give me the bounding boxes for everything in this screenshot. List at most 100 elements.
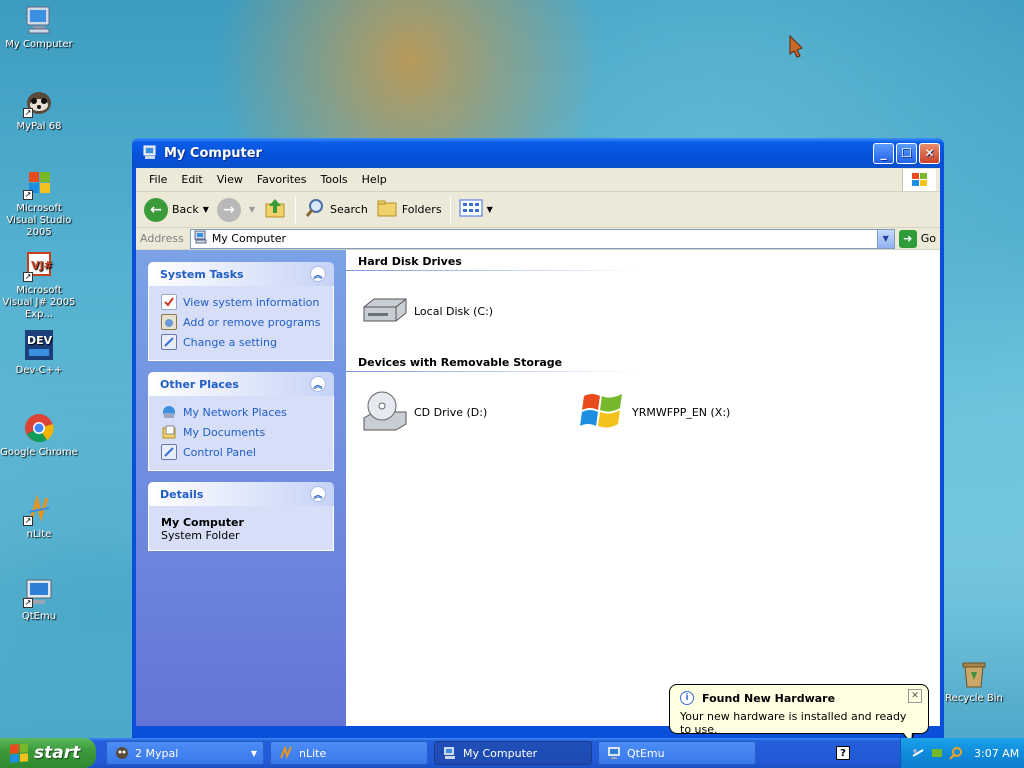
folders-icon: [376, 197, 398, 222]
views-dropdown-icon: ▼: [486, 205, 493, 214]
close-button[interactable]: ✕: [919, 142, 940, 164]
folders-button[interactable]: Folders: [372, 195, 446, 225]
drive-yrmwfpp-x[interactable]: YRMWFPP_EN (X:): [578, 388, 796, 436]
visual-j-sharp-icon: VJ# ↗: [23, 250, 55, 282]
desktop-icon-chrome[interactable]: Google Chrome: [0, 412, 78, 459]
forward-dropdown-icon[interactable]: ▼: [249, 205, 255, 214]
back-dropdown-icon[interactable]: ▼: [203, 205, 209, 214]
group-header-removable-storage: Devices with Removable Storage: [346, 351, 640, 372]
desktop-icon-label: Dev-C++: [15, 365, 63, 376]
taskbar-button-qtemu[interactable]: QtEmu: [598, 741, 756, 765]
desktop-icon-label: Microsoft Visual Studio 2005: [6, 203, 72, 238]
desktop-icon-visual-studio[interactable]: ↗ Microsoft Visual Studio 2005: [0, 168, 78, 239]
address-dropdown-button[interactable]: ▼: [876, 229, 894, 248]
taskbar-button-nlite[interactable]: nLite: [270, 741, 428, 765]
menu-favorites[interactable]: Favorites: [250, 173, 314, 186]
go-arrow-icon: ➜: [898, 229, 917, 248]
desktop-icon-mypal[interactable]: ↗ MyPal 68: [0, 86, 78, 133]
network-places-icon: [161, 404, 177, 420]
desktop-icon-dev-cpp[interactable]: DEV Dev-C++: [0, 330, 78, 377]
other-places-body: My Network Places My Documents Control P…: [148, 396, 334, 471]
nlite-icon: [279, 744, 293, 760]
forward-arrow-icon: →: [216, 197, 241, 222]
place-my-network-places[interactable]: My Network Places: [161, 402, 323, 422]
control-panel-icon: [161, 334, 177, 350]
my-computer-icon: [142, 145, 158, 161]
search-tray-icon[interactable]: [949, 746, 963, 760]
details-type: System Folder: [161, 529, 240, 542]
system-info-icon: [161, 294, 177, 310]
forward-button[interactable]: → ▼: [213, 195, 259, 225]
my-documents-icon: [161, 424, 177, 440]
nlite-icon: ↗: [23, 494, 55, 526]
balloon-close-button[interactable]: ✕: [908, 689, 922, 703]
balloon-title: Found New Hardware: [702, 691, 836, 705]
drive-label: Local Disk (C:): [414, 304, 494, 318]
other-places-header[interactable]: Other Places ︽: [148, 372, 334, 396]
drive-cd-d[interactable]: CD Drive (D:): [360, 388, 578, 436]
desktop-icon-label: MyPal 68: [16, 121, 62, 132]
back-button[interactable]: ← Back ▼: [140, 195, 213, 225]
go-button[interactable]: ➜ Go: [898, 229, 936, 248]
menu-help[interactable]: Help: [355, 173, 394, 186]
views-button[interactable]: ▼: [455, 195, 497, 225]
control-panel-icon: [161, 444, 177, 460]
minimize-button[interactable]: _: [873, 142, 894, 164]
drive-local-disk-c[interactable]: Local Disk (C:): [360, 287, 578, 335]
details-title: Details: [160, 487, 204, 501]
address-input[interactable]: My Computer ▼: [189, 228, 895, 249]
file-view: Hard Disk Drives Local Disk (C:) Devices…: [346, 250, 940, 726]
details-header[interactable]: Details ︽: [148, 482, 334, 506]
go-label: Go: [920, 232, 936, 245]
search-button[interactable]: Search: [300, 195, 372, 225]
start-button[interactable]: start: [0, 738, 96, 768]
network-tray-icon[interactable]: [930, 746, 944, 760]
collapse-icon[interactable]: ︽: [310, 376, 326, 392]
menu-tools[interactable]: Tools: [314, 173, 355, 186]
task-view-system-information[interactable]: View system information: [161, 292, 323, 312]
details-body: My Computer System Folder: [148, 506, 334, 551]
task-add-remove-programs[interactable]: Add or remove programs: [161, 312, 323, 332]
mypal-icon: ↗: [23, 86, 55, 118]
desktop-icon-my-computer[interactable]: My Computer: [0, 4, 78, 51]
drive-label: CD Drive (D:): [414, 405, 488, 419]
task-change-setting[interactable]: Change a setting: [161, 332, 323, 352]
system-tasks-panel: System Tasks ︽ View system information A…: [148, 262, 334, 361]
maximize-button[interactable]: ☐: [896, 142, 917, 164]
task-label: View system information: [183, 295, 320, 309]
address-bar: Address My Computer ▼ ➜ Go: [136, 228, 940, 250]
toolbar-separator: [449, 196, 451, 223]
collapse-icon[interactable]: ︽: [310, 486, 326, 502]
add-remove-programs-icon: [161, 314, 177, 330]
close-icon: ✕: [911, 691, 919, 701]
qtemu-icon: [607, 746, 621, 760]
desktop-icon-qtemu[interactable]: ↗ QtEmu: [0, 576, 78, 623]
toolbar: ← Back ▼ → ▼ Search Folders ▼: [136, 192, 940, 228]
desktop-icon-recycle-bin[interactable]: Recycle Bin: [935, 658, 1013, 705]
help-icon[interactable]: ?: [836, 746, 850, 760]
views-icon: [459, 198, 483, 221]
place-my-documents[interactable]: My Documents: [161, 422, 323, 442]
collapse-icon[interactable]: ︽: [310, 266, 326, 282]
desktop-icon-visual-j-sharp[interactable]: VJ# ↗ Microsoft Visual J# 2005 Exp...: [0, 250, 78, 321]
chevron-down-icon: ▼: [250, 748, 257, 758]
details-name: My Computer: [161, 516, 244, 529]
up-folder-button[interactable]: [259, 195, 291, 225]
menu-file[interactable]: File: [142, 173, 174, 186]
desktop-icon-label: Google Chrome: [0, 447, 78, 458]
menu-edit[interactable]: Edit: [174, 173, 209, 186]
svg-text:VJ#: VJ#: [31, 259, 53, 272]
safely-remove-hardware-icon[interactable]: [911, 746, 925, 760]
taskbar-button-label: 2 Mypal: [135, 746, 179, 760]
menu-bar: File Edit View Favorites Tools Help: [136, 168, 940, 192]
taskbar-button-my-computer[interactable]: My Computer: [434, 741, 592, 765]
system-tasks-header[interactable]: System Tasks ︽: [148, 262, 334, 286]
clock[interactable]: 3:07 AM: [974, 747, 1019, 760]
notification-balloon[interactable]: i Found New Hardware ✕ Your new hardware…: [669, 684, 929, 745]
taskbar-button-mypal[interactable]: 2 Mypal ▼: [106, 741, 264, 765]
title-bar[interactable]: My Computer _ ☐ ✕: [132, 138, 944, 168]
menu-view[interactable]: View: [210, 173, 250, 186]
place-control-panel[interactable]: Control Panel: [161, 442, 323, 462]
group-hard-disk-drives: Local Disk (C:): [346, 271, 940, 351]
desktop-icon-nlite[interactable]: ↗ nLite: [0, 494, 78, 541]
